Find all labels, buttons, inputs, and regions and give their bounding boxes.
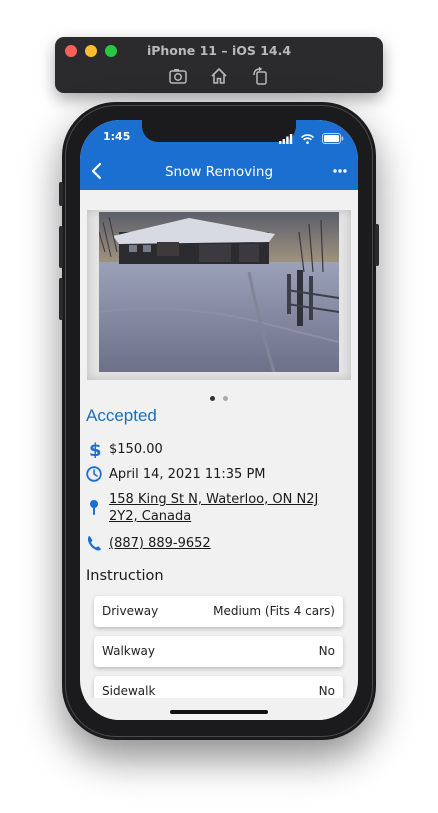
phone-link[interactable]: (887) 889-9652	[109, 535, 211, 552]
back-button[interactable]	[88, 160, 106, 182]
battery-icon	[322, 129, 344, 148]
simulator-title: iPhone 11 – iOS 14.4	[146, 43, 292, 58]
volume-down-button	[59, 278, 63, 320]
simulator-toolbar: iPhone 11 – iOS 14.4	[55, 37, 383, 93]
status-time: 1:45	[103, 130, 131, 143]
nav-header: 1:45 Snow Removing	[80, 120, 358, 190]
carousel-dot-active[interactable]	[210, 396, 216, 401]
instruction-item: Driveway Medium (Fits 4 cars)	[94, 596, 343, 627]
image-carousel[interactable]	[87, 210, 351, 380]
instruction-label: Driveway	[102, 604, 159, 618]
phone-screen: 1:45 Snow Removing Accepted $ $150.00 Ap…	[80, 120, 358, 720]
ellipsis-icon	[333, 169, 347, 173]
home-button[interactable]	[208, 66, 230, 86]
home-icon	[211, 67, 227, 84]
instruction-label: Walkway	[102, 644, 156, 658]
rotate-icon	[253, 66, 267, 85]
more-options-button[interactable]	[330, 162, 350, 180]
instruction-item: Walkway No	[94, 636, 343, 667]
mute-switch	[59, 182, 63, 206]
map-pin-icon	[86, 498, 102, 516]
power-button	[375, 224, 379, 266]
wifi-icon	[300, 129, 314, 148]
phone-icon	[86, 534, 102, 552]
instruction-heading: Instruction	[86, 568, 164, 584]
device-notch	[142, 120, 296, 142]
volume-up-button	[59, 226, 63, 268]
job-photo	[99, 212, 339, 372]
simulator-tools	[55, 65, 383, 87]
price-value: $150.00	[109, 442, 163, 457]
status-icons	[276, 128, 344, 144]
job-status: Accepted	[86, 406, 157, 425]
instruction-label: Sidewalk	[102, 684, 156, 698]
svg-text:$: $	[89, 440, 102, 458]
clock-icon	[86, 465, 102, 483]
carousel-dot[interactable]	[222, 396, 228, 401]
address-link[interactable]: 158 King St N, Waterloo, ON N2J 2Y2, Can…	[109, 491, 347, 525]
rotate-button[interactable]	[249, 66, 271, 86]
safe-area-bottom	[80, 698, 358, 720]
camera-icon	[169, 68, 187, 84]
instruction-value: No	[318, 684, 335, 698]
instruction-value: Medium (Fits 4 cars)	[213, 604, 335, 618]
datetime-value: April 14, 2021 11:35 PM	[109, 467, 266, 482]
instruction-value: No	[318, 644, 335, 658]
dollar-icon: $	[86, 440, 102, 461]
page-title: Snow Removing	[164, 164, 274, 180]
signal-icon	[278, 129, 293, 148]
home-indicator[interactable]	[170, 710, 268, 714]
carousel-indicator	[80, 386, 358, 401]
screenshot-button[interactable]	[167, 66, 189, 86]
chevron-left-icon	[91, 162, 102, 180]
job-details: Accepted $ $150.00 April 14, 2021 11:35 …	[80, 190, 358, 720]
